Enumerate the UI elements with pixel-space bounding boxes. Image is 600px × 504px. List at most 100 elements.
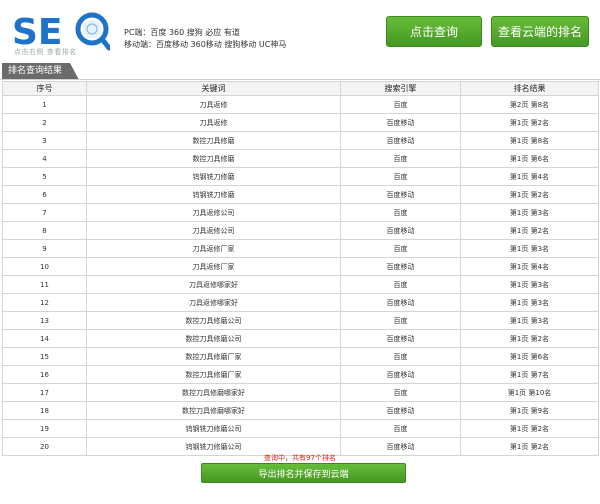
cell-index: 12 bbox=[2, 293, 87, 312]
table-row: 18 数控刀具修磨哪家好 百度移动 第1页 第9名 bbox=[2, 401, 599, 420]
cell-rank: 第1页 第4名 bbox=[460, 257, 599, 276]
cell-engine: 百度 bbox=[340, 239, 461, 258]
cell-engine: 百度移动 bbox=[340, 365, 461, 384]
cell-index: 1 bbox=[2, 95, 87, 114]
query-button[interactable]: 点击查询 bbox=[386, 16, 482, 47]
cell-rank: 第1页 第6名 bbox=[460, 149, 599, 168]
tab-rank-results[interactable]: 排名查询结果 bbox=[2, 63, 80, 80]
cell-engine: 百度移动 bbox=[340, 185, 461, 204]
cell-keyword: 钨钢铣刀修磨公司 bbox=[86, 419, 341, 438]
table-row: 10 刀具返修厂家 百度移动 第1页 第4名 bbox=[2, 257, 599, 276]
cell-keyword: 数控刀具修磨公司 bbox=[86, 311, 341, 330]
cell-engine: 百度移动 bbox=[340, 221, 461, 240]
table-row: 11 刀具返修哪家好 百度 第1页 第3名 bbox=[2, 275, 599, 294]
cell-index: 15 bbox=[2, 347, 87, 366]
cell-rank: 第1页 第3名 bbox=[460, 293, 599, 312]
cell-index: 8 bbox=[2, 221, 87, 240]
table-row: 7 刀具返修公司 百度 第1页 第3名 bbox=[2, 203, 599, 222]
cell-engine: 百度 bbox=[340, 311, 461, 330]
cell-engine: 百度 bbox=[340, 95, 461, 114]
view-cloud-rank-button[interactable]: 查看云端的排名 bbox=[491, 16, 589, 47]
cell-engine: 百度移动 bbox=[340, 329, 461, 348]
status-text: 查询中，共有97个排名 bbox=[264, 454, 336, 462]
table-row: 19 钨钢铣刀修磨公司 百度 第1页 第2名 bbox=[2, 419, 599, 438]
cell-rank: 第1页 第6名 bbox=[460, 347, 599, 366]
cell-index: 19 bbox=[2, 419, 87, 438]
table-row: 1 刀具返修 百度 第2页 第8名 bbox=[2, 95, 599, 114]
cell-rank: 第1页 第10名 bbox=[460, 383, 599, 402]
cell-keyword: 刀具返修 bbox=[86, 113, 341, 132]
cell-keyword: 刀具返修厂家 bbox=[86, 257, 341, 276]
cell-rank: 第1页 第3名 bbox=[460, 311, 599, 330]
cell-keyword: 数控刀具修磨 bbox=[86, 131, 341, 150]
cell-keyword: 数控刀具修磨厂家 bbox=[86, 347, 341, 366]
table-row: 16 数控刀具修磨厂家 百度移动 第1页 第7名 bbox=[2, 365, 599, 384]
tab-divider bbox=[0, 79, 600, 80]
header-keyword: 关键词 bbox=[86, 81, 341, 96]
cell-index: 18 bbox=[2, 401, 87, 420]
rank-results-table: 序号 关键词 搜索引擎 排名结果 1 刀具返修 百度 第2页 第8名 2 刀具返修 百度移动… bbox=[2, 81, 599, 456]
cell-rank: 第1页 第3名 bbox=[460, 239, 599, 258]
cell-keyword: 钨钢铣刀修磨 bbox=[86, 185, 341, 204]
table-row: 9 刀具返修厂家 百度 第1页 第3名 bbox=[2, 239, 599, 258]
cell-rank: 第1页 第2名 bbox=[460, 329, 599, 348]
cell-keyword: 数控刀具修磨哪家好 bbox=[86, 383, 341, 402]
mobile-engines: 移动端：百度移动 360移动 搜狗移动 UC神马 bbox=[124, 40, 287, 49]
cell-rank: 第1页 第2名 bbox=[460, 185, 599, 204]
table-row: 6 钨钢铣刀修磨 百度移动 第1页 第2名 bbox=[2, 185, 599, 204]
table-row: 15 数控刀具修磨厂家 百度 第1页 第6名 bbox=[2, 347, 599, 366]
cell-keyword: 数控刀具修磨 bbox=[86, 149, 341, 168]
cell-keyword: 数控刀具修磨公司 bbox=[86, 329, 341, 348]
cell-index: 5 bbox=[2, 167, 87, 186]
cell-engine: 百度移动 bbox=[340, 113, 461, 132]
cell-engine: 百度 bbox=[340, 167, 461, 186]
cell-index: 2 bbox=[2, 113, 87, 132]
table-row: 4 数控刀具修磨 百度 第1页 第6名 bbox=[2, 149, 599, 168]
cell-index: 10 bbox=[2, 257, 87, 276]
cell-index: 13 bbox=[2, 311, 87, 330]
table-row: 2 刀具返修 百度移动 第1页 第2名 bbox=[2, 113, 599, 132]
header-rank: 排名结果 bbox=[460, 81, 599, 96]
cell-rank: 第1页 第3名 bbox=[460, 275, 599, 294]
logo-subtitle: 点击右侧 查看排名 bbox=[14, 48, 77, 56]
cell-engine: 百度移动 bbox=[340, 401, 461, 420]
cell-index: 9 bbox=[2, 239, 87, 258]
table-row: 3 数控刀具修磨 百度移动 第1页 第8名 bbox=[2, 131, 599, 150]
pc-engines: PC端：百度 360 搜狗 必应 有道 bbox=[124, 28, 240, 37]
cell-keyword: 钨钢铣刀修磨 bbox=[86, 167, 341, 186]
cell-rank: 第1页 第2名 bbox=[460, 419, 599, 438]
cell-keyword: 刀具返修哪家好 bbox=[86, 293, 341, 312]
cell-index: 16 bbox=[2, 365, 87, 384]
cell-index: 7 bbox=[2, 203, 87, 222]
cell-engine: 百度 bbox=[340, 275, 461, 294]
table-row: 5 钨钢铣刀修磨 百度 第1页 第4名 bbox=[2, 167, 599, 186]
cell-rank: 第1页 第3名 bbox=[460, 203, 599, 222]
cell-keyword: 数控刀具修磨哪家好 bbox=[86, 401, 341, 420]
svg-text:SE: SE bbox=[12, 12, 63, 52]
cell-index: 17 bbox=[2, 383, 87, 402]
cell-engine: 百度 bbox=[340, 383, 461, 402]
cell-rank: 第1页 第4名 bbox=[460, 167, 599, 186]
header-engine: 搜索引擎 bbox=[340, 81, 461, 96]
table-row: 13 数控刀具修磨公司 百度 第1页 第3名 bbox=[2, 311, 599, 330]
cell-engine: 百度 bbox=[340, 347, 461, 366]
export-save-cloud-button[interactable]: 导出排名并保存到云端 bbox=[201, 463, 406, 483]
cell-keyword: 刀具返修 bbox=[86, 95, 341, 114]
header-index: 序号 bbox=[2, 81, 87, 96]
cell-rank: 第1页 第7名 bbox=[460, 365, 599, 384]
table-row: 8 刀具返修公司 百度移动 第1页 第2名 bbox=[2, 221, 599, 240]
cell-index: 11 bbox=[2, 275, 87, 294]
table-row: 14 数控刀具修磨公司 百度移动 第1页 第2名 bbox=[2, 329, 599, 348]
cell-engine: 百度 bbox=[340, 149, 461, 168]
cell-rank: 第1页 第2名 bbox=[460, 221, 599, 240]
cell-rank: 第1页 第2名 bbox=[460, 113, 599, 132]
cell-engine: 百度移动 bbox=[340, 293, 461, 312]
engine-list: PC端：百度 360 搜狗 必应 有道 移动端：百度移动 360移动 搜狗移动 … bbox=[124, 27, 286, 51]
table-header-row: 序号 关键词 搜索引擎 排名结果 bbox=[2, 81, 599, 96]
table-body: 1 刀具返修 百度 第2页 第8名 2 刀具返修 百度移动 第1页 第2名 3 数控刀具修磨 百度移… bbox=[2, 95, 599, 456]
cell-engine: 百度 bbox=[340, 419, 461, 438]
cell-index: 3 bbox=[2, 131, 87, 150]
cell-engine: 百度移动 bbox=[340, 131, 461, 150]
cell-rank: 第1页 第8名 bbox=[460, 131, 599, 150]
cell-keyword: 刀具返修哪家好 bbox=[86, 275, 341, 294]
